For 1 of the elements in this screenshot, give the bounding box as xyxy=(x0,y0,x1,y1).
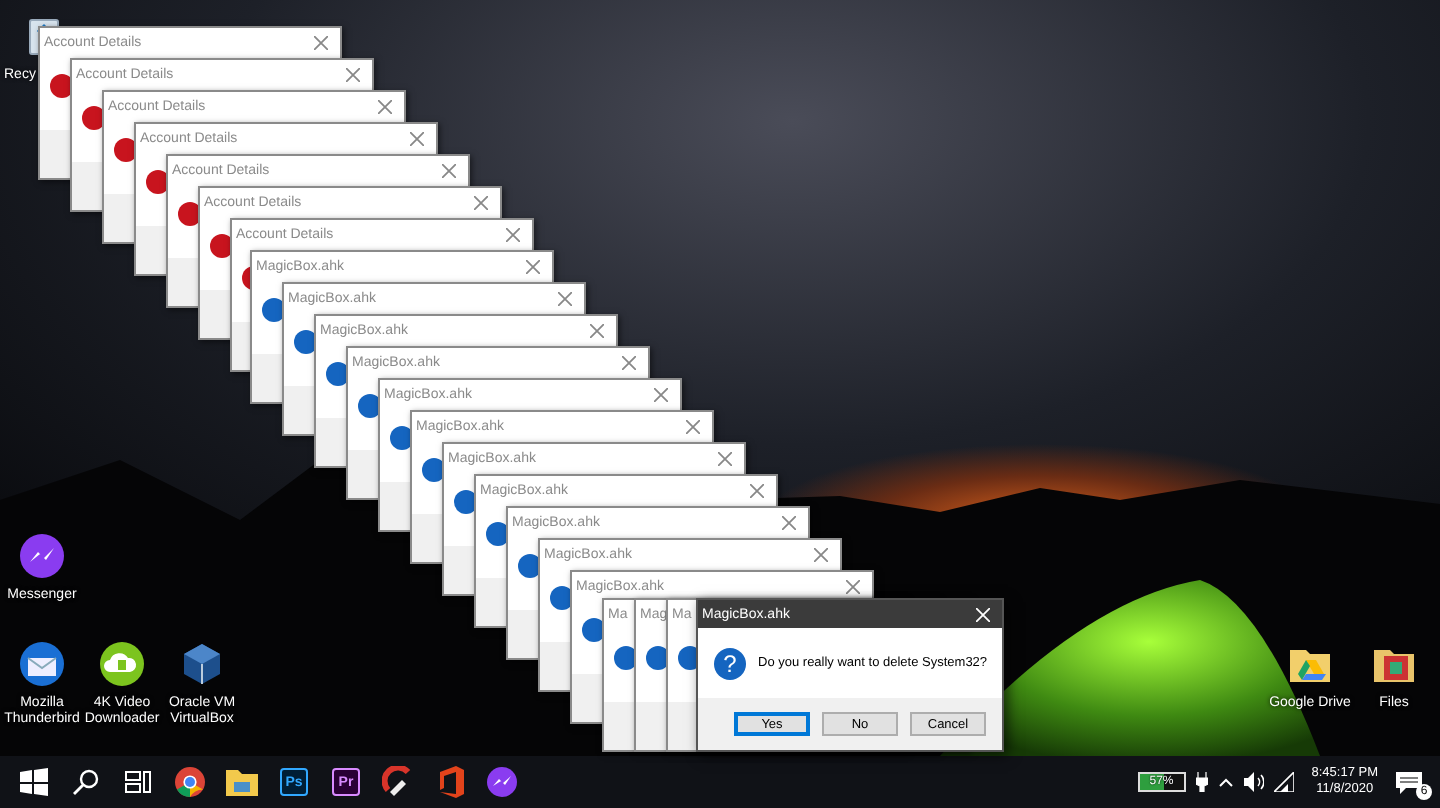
question-icon: ? xyxy=(714,647,746,679)
